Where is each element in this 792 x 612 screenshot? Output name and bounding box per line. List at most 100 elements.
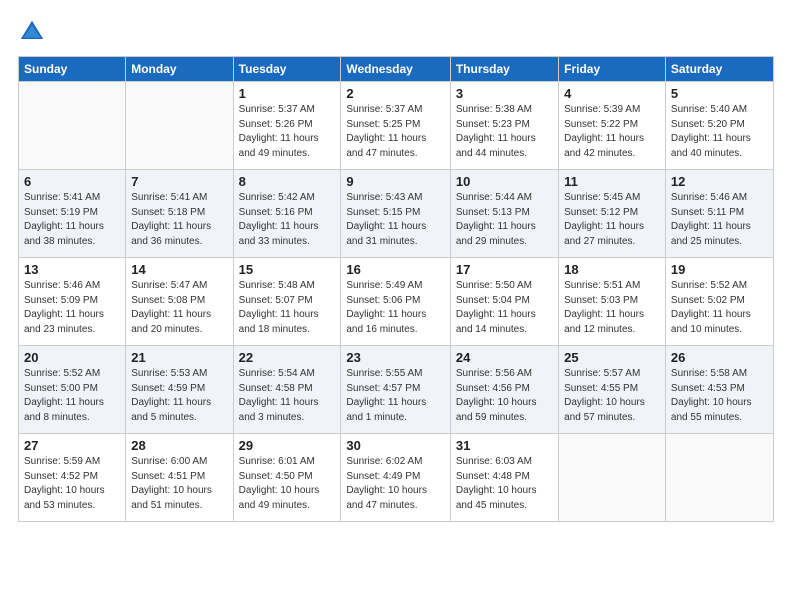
calendar-header-sunday: Sunday bbox=[19, 57, 126, 82]
day-number: 27 bbox=[24, 438, 120, 453]
day-info: Sunrise: 5:39 AM Sunset: 5:22 PM Dayligh… bbox=[564, 103, 660, 161]
day-info: Sunrise: 5:59 AM Sunset: 4:52 PM Dayligh… bbox=[24, 455, 120, 513]
calendar-table: SundayMondayTuesdayWednesdayThursdayFrid… bbox=[18, 56, 774, 522]
day-number: 28 bbox=[131, 438, 227, 453]
calendar-cell: 2 Sunrise: 5:37 AM Sunset: 5:25 PM Daylig… bbox=[341, 82, 451, 170]
calendar-cell: 22Sunrise: 5:54 AM Sunset: 4:58 PM Dayli… bbox=[233, 346, 341, 434]
calendar-cell: 26 Sunrise: 5:58 AM Sunset: 4:53 PM Dayli… bbox=[665, 346, 773, 434]
calendar-header-row: SundayMondayTuesdayWednesdayThursdayFrid… bbox=[19, 57, 774, 82]
calendar-cell bbox=[665, 434, 773, 522]
day-info: Sunrise: 6:00 AM Sunset: 4:51 PM Dayligh… bbox=[131, 455, 227, 513]
day-info: Sunrise: 5:57 AM Sunset: 4:55 PM Dayligh… bbox=[564, 367, 660, 425]
calendar-cell: 10 Sunrise: 5:44 AM Sunset: 5:13 PM Dayli… bbox=[450, 170, 558, 258]
calendar-cell bbox=[126, 82, 233, 170]
day-number: 3 bbox=[456, 86, 553, 101]
calendar-cell: 31 Sunrise: 6:03 AM Sunset: 4:48 PM Dayli… bbox=[450, 434, 558, 522]
day-info: Sunrise: 5:47 AM Sunset: 5:08 PM Dayligh… bbox=[131, 279, 227, 337]
page: SundayMondayTuesdayWednesdayThursdayFrid… bbox=[0, 0, 792, 612]
day-info: Sunrise: 6:03 AM Sunset: 4:48 PM Dayligh… bbox=[456, 455, 553, 513]
day-info: Sunrise: 5:46 AM Sunset: 5:09 PM Dayligh… bbox=[24, 279, 120, 337]
day-number: 24 bbox=[456, 350, 553, 365]
day-info: Sunrise: 5:46 AM Sunset: 5:11 PM Dayligh… bbox=[671, 191, 768, 249]
calendar-cell: 11 Sunrise: 5:45 AM Sunset: 5:12 PM Dayli… bbox=[559, 170, 666, 258]
day-number: 12 bbox=[671, 174, 768, 189]
calendar-cell: 17 Sunrise: 5:50 AM Sunset: 5:04 PM Dayli… bbox=[450, 258, 558, 346]
calendar-cell: 9 Sunrise: 5:43 AM Sunset: 5:15 PM Daylig… bbox=[341, 170, 451, 258]
header bbox=[18, 18, 774, 46]
calendar-header-saturday: Saturday bbox=[665, 57, 773, 82]
day-info: Sunrise: 5:42 AM Sunset: 5:16 PM Dayligh… bbox=[239, 191, 336, 249]
day-info: Sunrise: 5:43 AM Sunset: 5:15 PM Dayligh… bbox=[346, 191, 445, 249]
day-info: Sunrise: 5:40 AM Sunset: 5:20 PM Dayligh… bbox=[671, 103, 768, 161]
day-number: 15 bbox=[239, 262, 336, 277]
calendar-header-thursday: Thursday bbox=[450, 57, 558, 82]
day-number: 16 bbox=[346, 262, 445, 277]
calendar-week-row: 27 Sunrise: 5:59 AM Sunset: 4:52 PM Dayli… bbox=[19, 434, 774, 522]
day-number: 17 bbox=[456, 262, 553, 277]
day-info: Sunrise: 5:53 AM Sunset: 4:59 PM Dayligh… bbox=[131, 367, 227, 425]
calendar-week-row: 20 Sunrise: 5:52 AM Sunset: 5:00 PM Dayli… bbox=[19, 346, 774, 434]
day-info: Sunrise: 5:52 AM Sunset: 5:02 PM Dayligh… bbox=[671, 279, 768, 337]
calendar-week-row: 13Sunrise: 5:46 AM Sunset: 5:09 PM Dayli… bbox=[19, 258, 774, 346]
calendar-cell: 4Sunrise: 5:39 AM Sunset: 5:22 PM Daylig… bbox=[559, 82, 666, 170]
calendar-cell: 28 Sunrise: 6:00 AM Sunset: 4:51 PM Dayli… bbox=[126, 434, 233, 522]
calendar-cell: 7Sunrise: 5:41 AM Sunset: 5:18 PM Daylig… bbox=[126, 170, 233, 258]
day-info: Sunrise: 6:02 AM Sunset: 4:49 PM Dayligh… bbox=[346, 455, 445, 513]
calendar-cell bbox=[559, 434, 666, 522]
calendar-cell: 25 Sunrise: 5:57 AM Sunset: 4:55 PM Dayli… bbox=[559, 346, 666, 434]
calendar-cell: 15 Sunrise: 5:48 AM Sunset: 5:07 PM Dayli… bbox=[233, 258, 341, 346]
day-info: Sunrise: 5:58 AM Sunset: 4:53 PM Dayligh… bbox=[671, 367, 768, 425]
day-number: 9 bbox=[346, 174, 445, 189]
calendar-cell: 27 Sunrise: 5:59 AM Sunset: 4:52 PM Dayli… bbox=[19, 434, 126, 522]
calendar-cell: 24 Sunrise: 5:56 AM Sunset: 4:56 PM Dayli… bbox=[450, 346, 558, 434]
calendar-cell: 20 Sunrise: 5:52 AM Sunset: 5:00 PM Dayli… bbox=[19, 346, 126, 434]
day-info: Sunrise: 5:41 AM Sunset: 5:18 PM Dayligh… bbox=[131, 191, 227, 249]
day-number: 1 bbox=[239, 86, 336, 101]
calendar-cell: 13Sunrise: 5:46 AM Sunset: 5:09 PM Dayli… bbox=[19, 258, 126, 346]
day-number: 19 bbox=[671, 262, 768, 277]
day-number: 31 bbox=[456, 438, 553, 453]
calendar-header-monday: Monday bbox=[126, 57, 233, 82]
day-info: Sunrise: 5:48 AM Sunset: 5:07 PM Dayligh… bbox=[239, 279, 336, 337]
calendar-week-row: 6 Sunrise: 5:41 AM Sunset: 5:19 PM Daylig… bbox=[19, 170, 774, 258]
day-info: Sunrise: 5:50 AM Sunset: 5:04 PM Dayligh… bbox=[456, 279, 553, 337]
calendar-cell: 30Sunrise: 6:02 AM Sunset: 4:49 PM Dayli… bbox=[341, 434, 451, 522]
day-number: 2 bbox=[346, 86, 445, 101]
day-number: 26 bbox=[671, 350, 768, 365]
day-number: 11 bbox=[564, 174, 660, 189]
day-number: 18 bbox=[564, 262, 660, 277]
day-info: Sunrise: 5:38 AM Sunset: 5:23 PM Dayligh… bbox=[456, 103, 553, 161]
day-number: 6 bbox=[24, 174, 120, 189]
calendar-cell: 3 Sunrise: 5:38 AM Sunset: 5:23 PM Daylig… bbox=[450, 82, 558, 170]
day-info: Sunrise: 5:44 AM Sunset: 5:13 PM Dayligh… bbox=[456, 191, 553, 249]
calendar-cell: 5 Sunrise: 5:40 AM Sunset: 5:20 PM Daylig… bbox=[665, 82, 773, 170]
day-number: 8 bbox=[239, 174, 336, 189]
day-info: Sunrise: 5:45 AM Sunset: 5:12 PM Dayligh… bbox=[564, 191, 660, 249]
day-number: 21 bbox=[131, 350, 227, 365]
day-info: Sunrise: 5:55 AM Sunset: 4:57 PM Dayligh… bbox=[346, 367, 445, 425]
day-info: Sunrise: 5:41 AM Sunset: 5:19 PM Dayligh… bbox=[24, 191, 120, 249]
calendar-cell: 12 Sunrise: 5:46 AM Sunset: 5:11 PM Dayli… bbox=[665, 170, 773, 258]
day-info: Sunrise: 5:52 AM Sunset: 5:00 PM Dayligh… bbox=[24, 367, 120, 425]
logo-icon bbox=[18, 18, 46, 46]
day-number: 20 bbox=[24, 350, 120, 365]
day-number: 5 bbox=[671, 86, 768, 101]
calendar-cell: 14 Sunrise: 5:47 AM Sunset: 5:08 PM Dayli… bbox=[126, 258, 233, 346]
day-info: Sunrise: 5:37 AM Sunset: 5:25 PM Dayligh… bbox=[346, 103, 445, 161]
calendar-cell: 8 Sunrise: 5:42 AM Sunset: 5:16 PM Daylig… bbox=[233, 170, 341, 258]
calendar-cell: 16 Sunrise: 5:49 AM Sunset: 5:06 PM Dayli… bbox=[341, 258, 451, 346]
day-number: 29 bbox=[239, 438, 336, 453]
day-info: Sunrise: 5:49 AM Sunset: 5:06 PM Dayligh… bbox=[346, 279, 445, 337]
calendar-cell: 23Sunrise: 5:55 AM Sunset: 4:57 PM Dayli… bbox=[341, 346, 451, 434]
logo bbox=[18, 18, 48, 46]
calendar-cell: 1 Sunrise: 5:37 AM Sunset: 5:26 PM Daylig… bbox=[233, 82, 341, 170]
calendar-header-tuesday: Tuesday bbox=[233, 57, 341, 82]
day-number: 14 bbox=[131, 262, 227, 277]
day-number: 25 bbox=[564, 350, 660, 365]
day-info: Sunrise: 5:56 AM Sunset: 4:56 PM Dayligh… bbox=[456, 367, 553, 425]
day-info: Sunrise: 5:37 AM Sunset: 5:26 PM Dayligh… bbox=[239, 103, 336, 161]
calendar-cell: 6 Sunrise: 5:41 AM Sunset: 5:19 PM Daylig… bbox=[19, 170, 126, 258]
day-info: Sunrise: 5:54 AM Sunset: 4:58 PM Dayligh… bbox=[239, 367, 336, 425]
day-number: 10 bbox=[456, 174, 553, 189]
calendar-cell: 18Sunrise: 5:51 AM Sunset: 5:03 PM Dayli… bbox=[559, 258, 666, 346]
